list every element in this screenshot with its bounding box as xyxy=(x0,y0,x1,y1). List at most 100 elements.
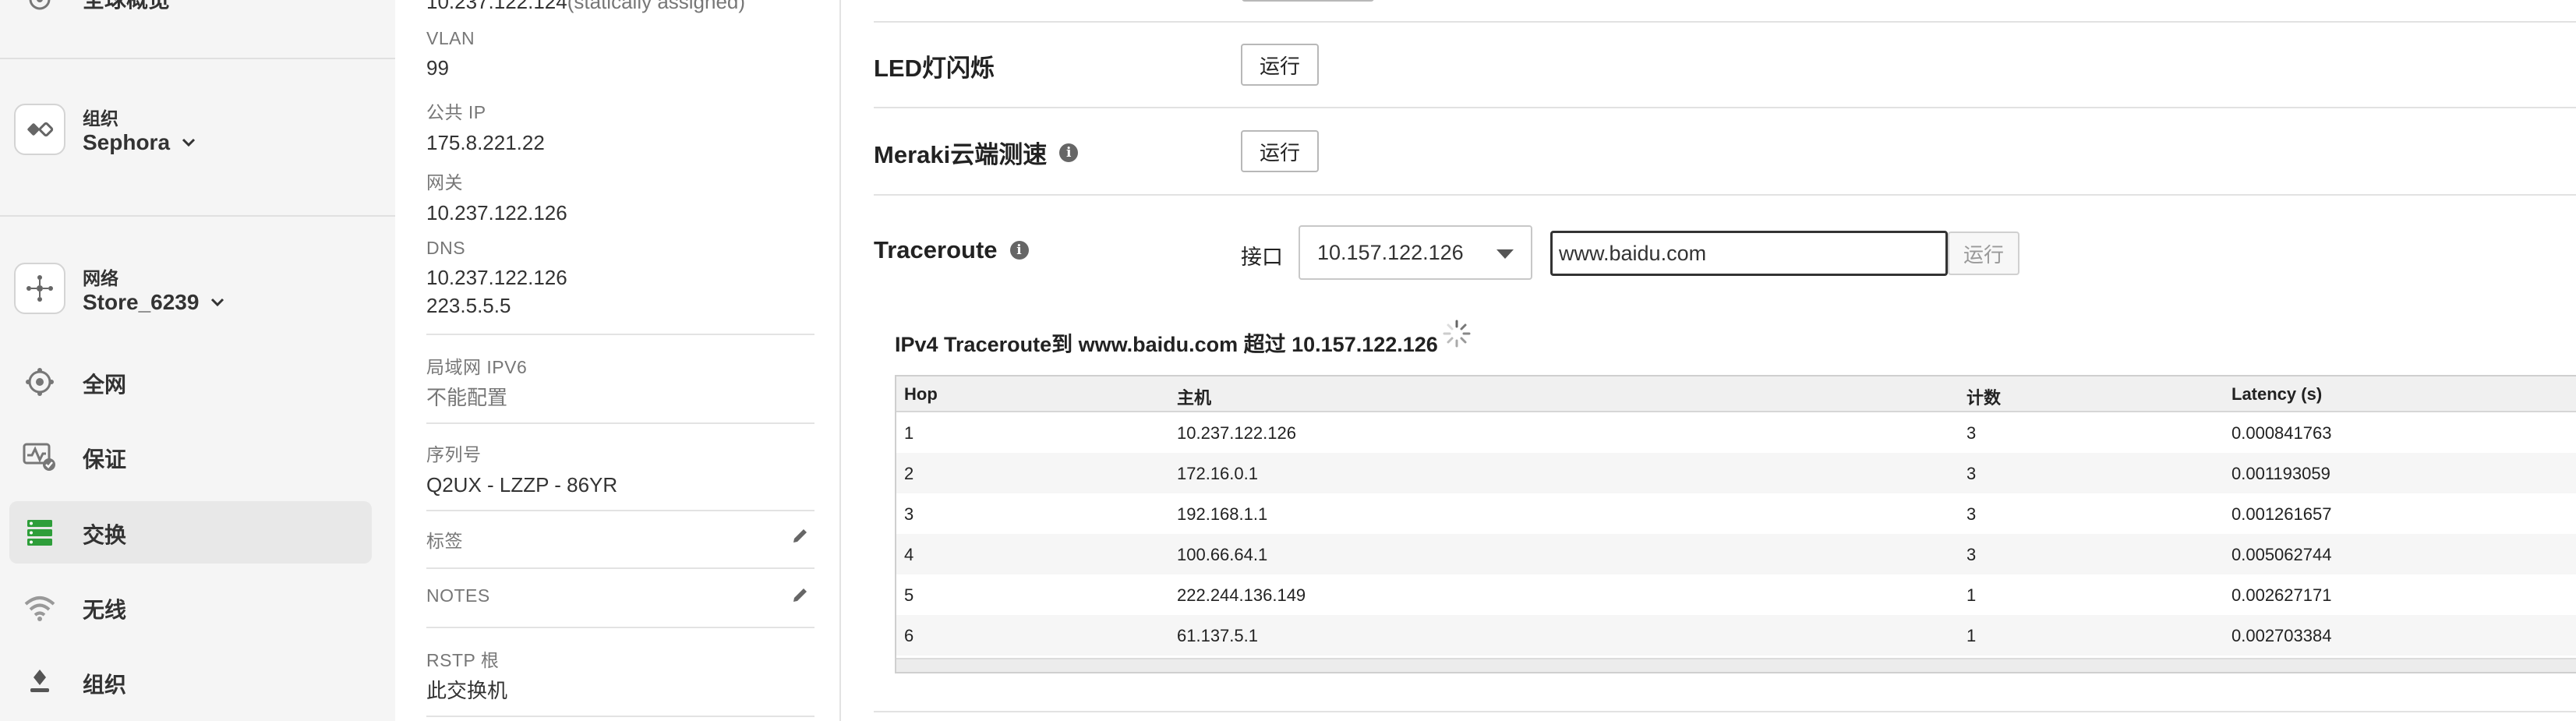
led-blink-label: LED灯闪烁 xyxy=(874,55,995,82)
organization-icon xyxy=(20,663,59,702)
hop-cell: 1 xyxy=(904,423,914,443)
hop-cell: 6 xyxy=(904,626,914,645)
led-blink-run-button[interactable]: 运行 xyxy=(1241,44,1320,86)
edit-tags-pencil-icon[interactable] xyxy=(791,526,810,545)
sidebar-item-label: 全球概览 xyxy=(83,0,170,14)
column-header-latency[interactable]: Latency (s) xyxy=(2231,384,2322,405)
latency-cell: 0.001193059 xyxy=(2231,464,2330,483)
count-cell: 3 xyxy=(1966,504,1977,524)
traceroute-label: Traceroute xyxy=(874,236,998,263)
table-header: Hop 主机 计数 Latency (s) xyxy=(896,376,2576,412)
device-details-panel: 10.237.122.124(statically assigned) VLAN… xyxy=(395,0,841,721)
tools-panel: LED灯闪烁 运行 Meraki云端测速 i 运行 Traceroute i 接… xyxy=(841,0,2576,721)
traceroute-result-heading: IPv4 Traceroute到 www.baidu.com 超过 10.157… xyxy=(895,333,1438,356)
sidebar-item-wireless[interactable]: 无线 xyxy=(0,576,395,638)
divider xyxy=(874,711,2576,712)
host-cell: 172.16.0.1 xyxy=(1177,464,1258,483)
table-row: 6 61.137.5.1 1 0.002703384 xyxy=(896,615,2576,656)
global-overview-icon xyxy=(20,0,59,19)
vlan-value: 99 xyxy=(426,56,449,80)
organization-title: 组织 xyxy=(83,108,118,129)
tags-field: 标签 xyxy=(426,526,814,557)
public-ip-field: 公共 IP 175.8.221.22 xyxy=(426,97,814,157)
vlan-label: VLAN xyxy=(426,28,475,48)
divider xyxy=(426,422,814,424)
ip-address-field: 10.237.122.124(statically assigned) xyxy=(426,0,814,16)
hop-cell: 5 xyxy=(904,585,914,605)
gateway-value: 10.237.122.126 xyxy=(426,201,567,224)
sidebar: 全球概览 组织 Sephora 网络 Store_6239 全网 保证 交换 xyxy=(0,0,395,721)
wireless-icon xyxy=(20,588,59,627)
traceroute-host-input[interactable] xyxy=(1550,231,1948,276)
sidebar-item-label: 无线 xyxy=(83,598,127,622)
ip-address-value: 10.237.122.124 xyxy=(426,0,567,13)
edit-notes-pencil-icon[interactable] xyxy=(791,585,810,604)
column-header-host[interactable]: 主机 xyxy=(1177,384,1211,409)
hop-cell: 3 xyxy=(904,504,914,524)
table-row: 1 10.237.122.126 3 0.000841763 xyxy=(896,412,2576,453)
divider xyxy=(0,215,395,217)
dns-primary: 10.237.122.126 xyxy=(426,266,567,289)
latency-cell: 0.005062744 xyxy=(2231,545,2332,564)
serial-label: 序列号 xyxy=(426,444,482,465)
assurance-icon xyxy=(20,437,59,476)
latency-cell: 0.002627171 xyxy=(2231,585,2332,605)
divider xyxy=(0,58,395,59)
network-dropdown[interactable]: Store_6239 xyxy=(83,290,225,315)
table-row: 5 222.244.136.149 1 0.002627171 xyxy=(896,574,2576,615)
interface-select[interactable]: 10.157.122.126 xyxy=(1299,225,1532,280)
speedtest-title: Meraki云端测速 i xyxy=(874,135,1079,170)
divider xyxy=(426,510,814,511)
serial-value: Q2UX - LZZP - 86YR xyxy=(426,473,618,497)
speedtest-run-button[interactable]: 运行 xyxy=(1241,130,1320,172)
led-blink-title: LED灯闪烁 xyxy=(874,48,995,83)
organization-name: Sephora xyxy=(83,130,171,154)
sidebar-item-global-overview[interactable]: 全球概览 xyxy=(0,0,395,14)
network-selector-icon xyxy=(14,263,65,314)
gateway-field: 网关 10.237.122.126 xyxy=(426,168,814,227)
host-cell: 10.237.122.126 xyxy=(1177,423,1296,443)
serial-field: 序列号 Q2UX - LZZP - 86YR xyxy=(426,440,814,499)
tags-label: 标签 xyxy=(426,531,463,551)
info-icon[interactable]: i xyxy=(1009,241,1029,260)
organization-dropdown[interactable]: Sephora xyxy=(83,130,196,155)
count-cell: 3 xyxy=(1966,464,1977,483)
interface-selected-value: 10.157.122.126 xyxy=(1317,240,1464,264)
table-horizontal-scrollbar[interactable] xyxy=(896,658,2576,672)
sidebar-item-label: 全网 xyxy=(83,373,127,397)
sidebar-item-assurance[interactable]: 保证 xyxy=(0,426,395,488)
lan-ipv6-label: 局域网 IPV6 xyxy=(426,357,528,377)
sidebar-item-network-wide[interactable]: 全网 xyxy=(0,351,395,413)
column-header-count[interactable]: 计数 xyxy=(1966,384,2001,409)
count-cell: 3 xyxy=(1966,545,1977,564)
switch-icon xyxy=(20,513,59,552)
network-name: Store_6239 xyxy=(83,290,200,314)
public-ip-value: 175.8.221.22 xyxy=(426,131,545,154)
latency-cell: 0.000841763 xyxy=(2231,423,2332,443)
traceroute-results-table: Hop 主机 计数 Latency (s) 1 10.237.122.126 3… xyxy=(895,375,2576,673)
host-cell: 61.137.5.1 xyxy=(1177,626,1258,645)
info-icon[interactable]: i xyxy=(1059,143,1079,162)
count-cell: 1 xyxy=(1966,585,1977,605)
hop-cell: 4 xyxy=(904,545,914,564)
ip-assignment-note: (statically assigned) xyxy=(567,0,746,13)
divider xyxy=(426,567,814,569)
sidebar-item-organization[interactable]: 组织 xyxy=(0,651,395,713)
dns-label: DNS xyxy=(426,238,466,258)
count-cell: 3 xyxy=(1966,423,1977,443)
caret-down-icon xyxy=(1496,249,1514,259)
traceroute-run-button[interactable]: 运行 xyxy=(1948,231,2020,275)
column-header-hop[interactable]: Hop xyxy=(904,384,938,405)
table-row: 2 172.16.0.1 3 0.001193059 xyxy=(896,453,2576,493)
sidebar-item-switch[interactable]: 交换 xyxy=(0,501,395,564)
previous-run-button[interactable] xyxy=(1242,0,1374,2)
host-cell: 192.168.1.1 xyxy=(1177,504,1268,524)
organization-selector-icon xyxy=(14,104,65,155)
latency-cell: 0.002703384 xyxy=(2231,626,2332,645)
lan-ipv6-value: 不能配置 xyxy=(426,386,508,409)
lan-ipv6-field: 局域网 IPV6 不能配置 xyxy=(426,352,814,412)
vlan-field: VLAN 99 xyxy=(426,28,814,82)
divider xyxy=(874,194,2576,196)
table-row: 4 100.66.64.1 3 0.005062744 xyxy=(896,534,2576,574)
public-ip-label: 公共 IP xyxy=(426,102,486,122)
